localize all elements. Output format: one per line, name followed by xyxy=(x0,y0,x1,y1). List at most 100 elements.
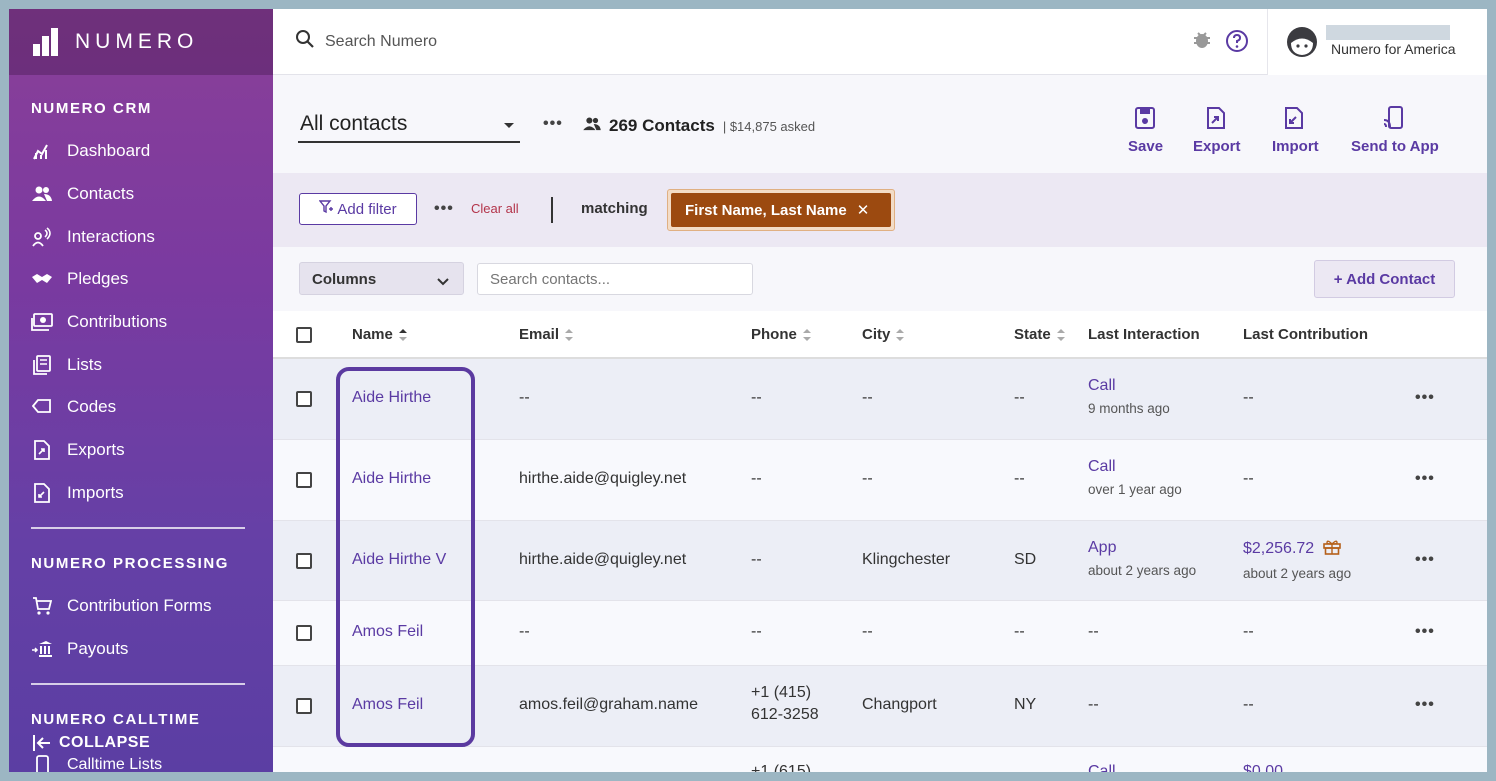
money-icon xyxy=(31,311,53,333)
row-checkbox[interactable] xyxy=(296,625,312,641)
save-icon xyxy=(1134,106,1158,132)
bank-icon xyxy=(31,638,53,660)
send-to-app-button[interactable]: Send to App xyxy=(1351,106,1439,155)
cell-last-contribution: -- xyxy=(1243,623,1254,640)
sidebar-item-label: Contributions xyxy=(67,312,168,331)
import-file-icon xyxy=(31,482,53,504)
view-select[interactable]: All contacts xyxy=(298,109,520,143)
interaction-link[interactable]: App xyxy=(1088,539,1116,556)
interaction-link[interactable]: Call xyxy=(1088,377,1116,394)
logo[interactable]: NUMERO xyxy=(9,9,273,75)
column-header-last-contribution: Last Contribution xyxy=(1243,326,1368,343)
select-all-checkbox[interactable] xyxy=(296,327,312,343)
numero-logo-icon xyxy=(33,28,67,56)
sidebar-item-label: Codes xyxy=(67,397,117,416)
import-button[interactable]: Import xyxy=(1272,106,1319,155)
sidebar-item-interactions[interactable]: Interactions xyxy=(31,225,155,249)
row-checkbox[interactable] xyxy=(296,698,312,714)
cell-state: -- xyxy=(1014,470,1025,487)
column-header-email[interactable]: Email xyxy=(519,326,574,343)
columns-select[interactable]: Columns xyxy=(299,262,464,295)
global-search-placeholder: Search Numero xyxy=(325,32,438,50)
contacts-header: All contacts ••• 269 Contacts | $14,875 … xyxy=(273,75,1487,173)
row-more-icon[interactable]: ••• xyxy=(1415,470,1435,488)
sidebar-item-exports[interactable]: Exports xyxy=(31,438,125,462)
export-button[interactable]: Export xyxy=(1193,106,1241,155)
cell-state: -- xyxy=(1014,389,1025,406)
export-label: Export xyxy=(1193,138,1241,155)
table-row: Aide Hirthe V hirthe.aide@quigley.net --… xyxy=(273,521,1487,601)
cell-last-interaction: -- xyxy=(1088,623,1099,640)
sidebar-item-payouts[interactable]: Payouts xyxy=(31,637,128,661)
sidebar-item-contacts[interactable]: Contacts xyxy=(31,182,134,206)
contact-name-link[interactable]: Aide Hirthe V xyxy=(352,551,446,569)
cell-state: SD xyxy=(1014,551,1037,568)
import-icon xyxy=(1283,106,1307,132)
global-search[interactable]: Search Numero xyxy=(295,29,437,54)
cell-last-interaction: Call over 1 year ago xyxy=(1088,458,1182,497)
add-contact-button[interactable]: + Add Contact xyxy=(1314,260,1455,298)
cell-last-contribution[interactable]: $0.00 xyxy=(1243,763,1283,772)
row-checkbox[interactable] xyxy=(296,553,312,569)
chevron-down-icon xyxy=(437,273,449,290)
sort-icon xyxy=(398,328,407,341)
save-label: Save xyxy=(1128,138,1164,155)
row-more-icon[interactable]: ••• xyxy=(1415,696,1435,714)
sidebar-item-lists[interactable]: Lists xyxy=(31,353,102,377)
sidebar-item-imports[interactable]: Imports xyxy=(31,481,124,505)
section-title-calltime: NUMERO CALLTIME xyxy=(31,711,201,728)
clear-all-link[interactable]: Clear all xyxy=(471,201,519,216)
cell-phone: +1 (415) 612-3258 xyxy=(751,684,819,724)
column-header-city[interactable]: City xyxy=(862,326,905,343)
table-row: Amos Feil amos.feil@graham.name +1 (415)… xyxy=(273,666,1487,747)
column-header-state[interactable]: State xyxy=(1014,326,1065,343)
cell-last-contribution: -- xyxy=(1243,470,1254,487)
interaction-link[interactable]: Call xyxy=(1088,458,1116,475)
view-more-icon[interactable]: ••• xyxy=(543,115,563,133)
cell-last-interaction: App about 2 years ago xyxy=(1088,539,1196,578)
sidebar-item-pledges[interactable]: Pledges xyxy=(31,267,128,291)
cell-last-interaction[interactable]: Call xyxy=(1088,763,1116,772)
asked-amount: | $14,875 asked xyxy=(722,118,816,134)
column-header-name[interactable]: Name xyxy=(352,326,407,343)
contact-name-link[interactable]: Aide Hirthe xyxy=(352,389,431,407)
filter-more-icon[interactable]: ••• xyxy=(434,200,454,218)
contacts-search-input[interactable] xyxy=(477,263,753,295)
row-more-icon[interactable]: ••• xyxy=(1415,623,1435,641)
cell-phone: +1 (615) xyxy=(751,763,812,772)
help-icon[interactable] xyxy=(1225,29,1249,58)
collapse-button[interactable]: COLLAPSE xyxy=(31,731,150,755)
contact-name-link[interactable]: Amos Feil xyxy=(352,696,423,714)
sidebar-item-contribution-forms[interactable]: Contribution Forms xyxy=(31,594,212,618)
table-row: Amos Feil -- -- -- -- -- -- ••• xyxy=(273,601,1487,666)
sidebar-item-label: Contacts xyxy=(67,184,135,203)
row-more-icon[interactable]: ••• xyxy=(1415,389,1435,407)
sidebar-item-label: Interactions xyxy=(67,227,155,246)
save-button[interactable]: Save xyxy=(1128,106,1163,155)
contribution-link[interactable]: $2,256.72 xyxy=(1243,540,1314,557)
row-checkbox[interactable] xyxy=(296,472,312,488)
row-more-icon[interactable]: ••• xyxy=(1415,551,1435,569)
row-checkbox[interactable] xyxy=(296,391,312,407)
bug-icon[interactable] xyxy=(1191,29,1213,58)
interaction-time: 9 months ago xyxy=(1088,401,1170,416)
cell-phone: -- xyxy=(751,470,762,487)
cell-last-contribution: -- xyxy=(1243,696,1254,713)
column-header-phone[interactable]: Phone xyxy=(751,326,811,343)
contribution-time: about 2 years ago xyxy=(1243,566,1352,581)
tag-icon xyxy=(31,396,53,418)
sidebar-item-codes[interactable]: Codes xyxy=(31,395,116,419)
sidebar-item-dashboard[interactable]: Dashboard xyxy=(31,139,150,163)
contact-name-link[interactable]: Amos Feil xyxy=(352,623,423,641)
sidebar-item-contributions[interactable]: Contributions xyxy=(31,310,167,334)
sidebar-item-calltime-lists[interactable]: Calltime Lists xyxy=(31,753,162,772)
contact-name-link[interactable]: Aide Hirthe xyxy=(352,470,431,488)
add-filter-button[interactable]: Add filter xyxy=(299,193,417,225)
org-name: Numero for America xyxy=(1331,41,1456,57)
active-filter-label: First Name, Last Name xyxy=(685,201,847,219)
cell-email: -- xyxy=(519,389,530,406)
active-filter-chip[interactable]: First Name, Last Name ✕ xyxy=(671,193,891,227)
cell-state: -- xyxy=(1014,623,1025,640)
close-icon[interactable]: ✕ xyxy=(857,201,870,219)
user-menu[interactable]: Numero for America xyxy=(1267,9,1487,75)
